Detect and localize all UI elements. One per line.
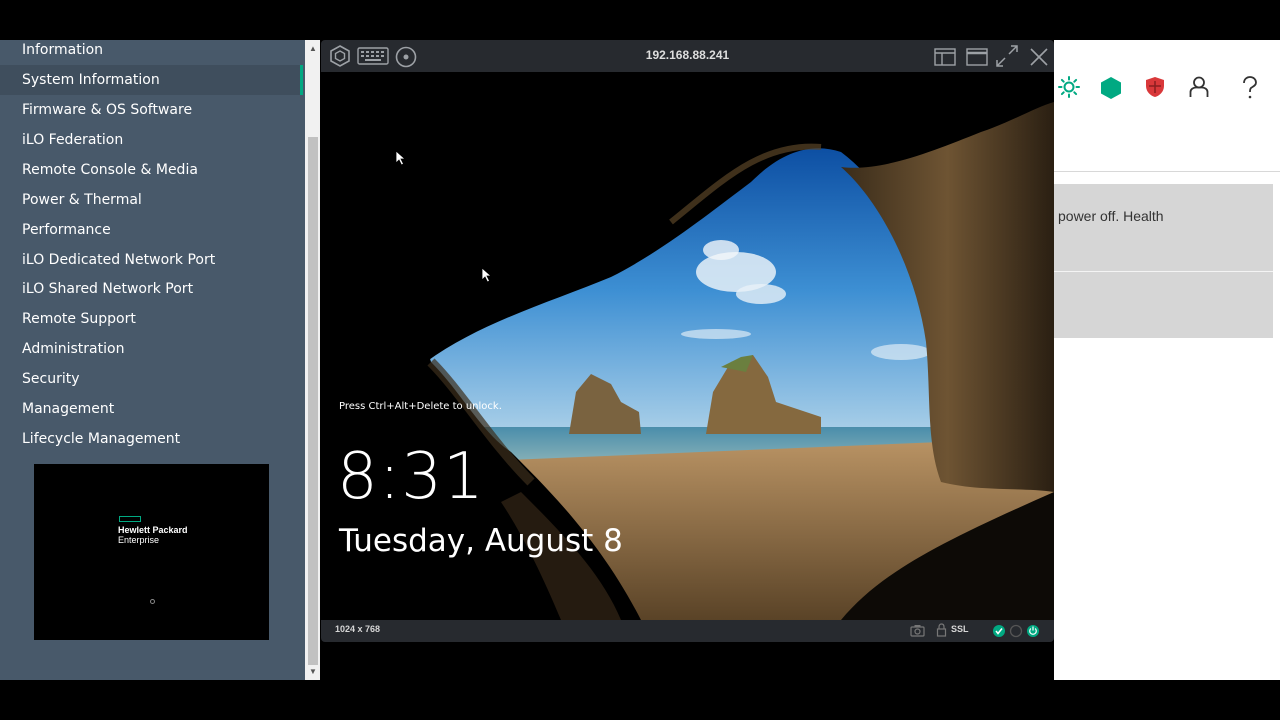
sidebar-item-lifecycle[interactable]: Lifecycle Management [0,424,303,454]
close-icon[interactable] [1030,48,1048,66]
lockscreen-date: Tuesday, August 8 [339,523,623,559]
sidebar-item-remote-support[interactable]: Remote Support [0,304,303,334]
sidebar-item-administration[interactable]: Administration [0,334,303,364]
sidebar-item-dedicated-port[interactable]: iLO Dedicated Network Port [0,245,303,275]
resolution-label: 1024 x 768 [335,624,381,634]
fullscreen-icon[interactable] [996,45,1018,67]
sidebar-item-ilo-federation[interactable]: iLO Federation [0,125,303,155]
sidebar-item-label: System Information [22,72,160,88]
console-thumbnail[interactable]: Hewlett Packard Enterprise [34,464,269,640]
card-divider [1054,271,1273,272]
sidebar-item-security[interactable]: Security [0,364,303,394]
sun-icon[interactable] [1058,76,1080,98]
sidebar-item-system-information[interactable]: System Information [0,65,303,95]
console-statusbar: 1024 x 768 SSL [321,620,1054,642]
sidebar-item-power-thermal[interactable]: Power & Thermal [0,185,303,215]
power-icon[interactable] [1026,624,1040,638]
sidebar-item-shared-port[interactable]: iLO Shared Network Port [0,274,303,304]
sidebar-item-information[interactable]: Information [0,40,303,65]
sidebar-item-management[interactable]: Management [0,394,303,424]
shield-icon[interactable] [1145,76,1165,98]
mouse-cursor-icon [395,150,407,166]
hexagon-status-icon[interactable] [1100,76,1122,100]
remote-console-window[interactable]: 192.168.88.241 Press Ctrl+Alt+Delete to … [321,40,1054,642]
console-screen[interactable]: Press Ctrl+Alt+Delete to unlock. 8:31 Tu… [321,72,1054,620]
ssl-label: SSL [951,624,969,634]
scroll-up-arrow-icon[interactable]: ▲ [309,44,317,53]
thumbnail-brand-line1: Hewlett Packard [118,525,188,535]
sidebar-item-performance[interactable]: Performance [0,215,303,245]
help-icon[interactable] [1242,76,1258,100]
sidebar-scrollbar-thumb[interactable] [308,137,318,665]
camera-icon[interactable] [910,624,925,637]
lockscreen-time: 8:31 [337,440,485,514]
lock-icon [936,623,947,637]
thumbnail-brand-line2: Enterprise [118,535,160,545]
loading-spinner-icon [150,599,155,604]
sidebar: Information System Information Firmware … [0,40,305,680]
status-card: power off. Health [1054,184,1273,338]
sidebar-item-remote-console[interactable]: Remote Console & Media [0,155,303,185]
console-titlebar[interactable]: 192.168.88.241 [321,40,1054,72]
scroll-down-arrow-icon[interactable]: ▼ [309,667,317,676]
check-status-icon [993,625,1005,637]
hpe-logo-icon [119,516,141,522]
main-panel: power off. Health [1054,40,1280,680]
layout-icon[interactable] [934,48,956,66]
status-text: power off. Health [1058,208,1164,224]
mouse-cursor-icon [481,267,493,283]
restore-icon[interactable] [966,48,988,66]
sidebar-item-firmware[interactable]: Firmware & OS Software [0,95,303,125]
header-divider [1054,171,1280,172]
circle-status-icon [1009,624,1023,638]
active-indicator [300,65,303,95]
user-icon[interactable] [1189,76,1209,98]
unlock-hint: Press Ctrl+Alt+Delete to unlock. [339,401,502,412]
